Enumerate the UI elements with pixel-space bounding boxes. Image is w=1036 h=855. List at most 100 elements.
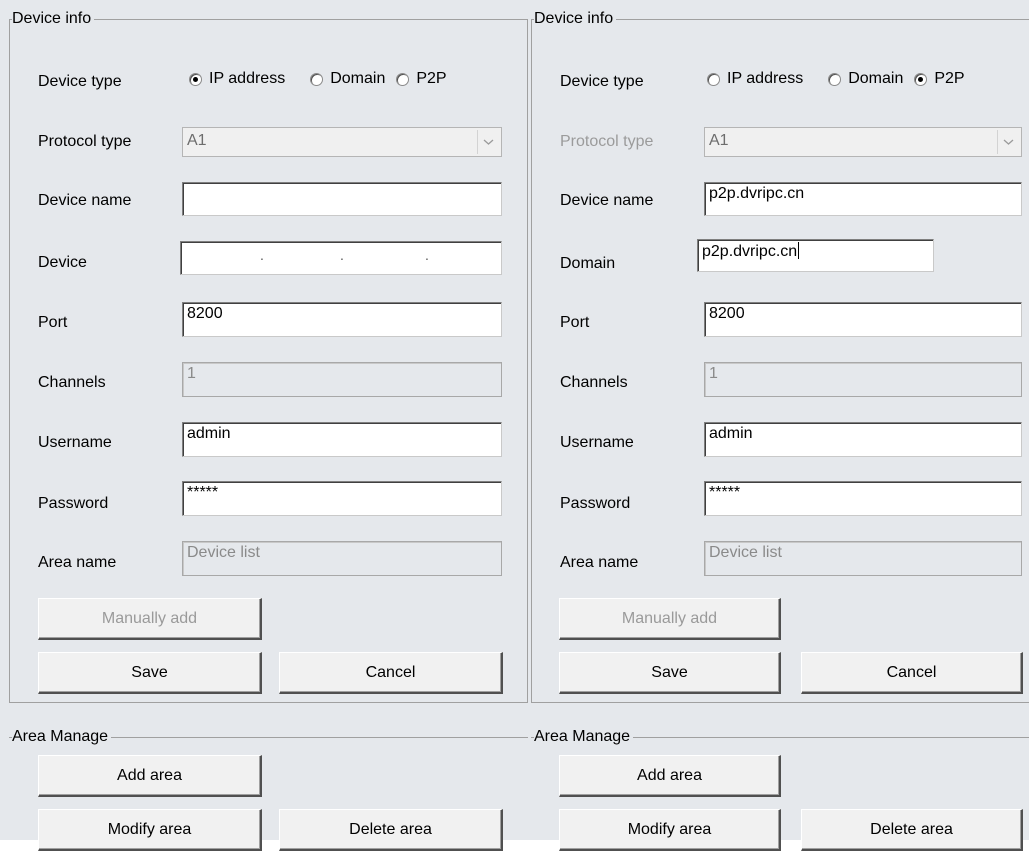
device-config-window: Device info Device type IP address Domai… bbox=[0, 0, 1036, 855]
right-device-name-input[interactable]: p2p.dvripc.cn bbox=[704, 182, 1022, 216]
right-channels-label: Channels bbox=[560, 374, 628, 391]
left-area-name-input: Device list bbox=[182, 541, 502, 576]
right-area-manage-title: Area Manage bbox=[534, 727, 634, 747]
left-port-input[interactable]: 8200 bbox=[182, 302, 502, 337]
left-modify-area-button[interactable]: Modify area bbox=[38, 809, 262, 851]
right-port-value: 8200 bbox=[709, 305, 745, 322]
right-protocol-type-label: Protocol type bbox=[560, 133, 654, 150]
ip-separator: . bbox=[340, 247, 344, 263]
left-manually-add-button[interactable]: Manually add bbox=[38, 598, 262, 640]
right-radio-domain-label: Domain bbox=[848, 70, 904, 87]
right-save-label: Save bbox=[651, 663, 688, 681]
chevron-down-icon[interactable] bbox=[477, 130, 499, 154]
radio-button-icon bbox=[396, 72, 410, 86]
left-ip-address-input[interactable]: . . . bbox=[180, 241, 502, 275]
right-manually-add-label: Manually add bbox=[621, 609, 718, 627]
left-channels-value: 1 bbox=[187, 365, 196, 382]
right-device-type-radios: IP address Domain P2P bbox=[707, 70, 965, 88]
left-port-value: 8200 bbox=[187, 305, 223, 322]
left-modify-area-label: Modify area bbox=[107, 820, 192, 838]
left-device-name-input[interactable] bbox=[182, 182, 502, 216]
right-device-name-label: Device name bbox=[560, 192, 654, 209]
right-radio-ip-address-label: IP address bbox=[727, 70, 804, 87]
right-radio-ip-address[interactable]: IP address bbox=[707, 70, 803, 88]
right-add-area-button[interactable]: Add area bbox=[559, 755, 781, 797]
left-manually-add-label: Manually add bbox=[101, 609, 198, 627]
left-username-input[interactable]: admin bbox=[182, 422, 502, 457]
left-radio-domain[interactable]: Domain bbox=[310, 70, 385, 88]
radio-button-icon bbox=[828, 72, 842, 86]
radio-button-icon bbox=[707, 72, 720, 86]
left-channels-label: Channels bbox=[38, 374, 106, 391]
left-radio-p2p[interactable]: P2P bbox=[396, 70, 447, 88]
left-channels-input: 1 bbox=[182, 362, 502, 397]
right-password-input[interactable]: ***** bbox=[704, 481, 1022, 516]
left-device-type-label: Device type bbox=[38, 73, 122, 90]
right-radio-domain[interactable]: Domain bbox=[828, 70, 903, 88]
right-channels-input: 1 bbox=[704, 362, 1022, 397]
right-area-name-input: Device list bbox=[704, 541, 1022, 576]
right-password-label: Password bbox=[560, 495, 631, 512]
right-domain-value: p2p.dvripc.cn bbox=[702, 243, 798, 260]
left-device-info-title: Device info bbox=[12, 9, 95, 29]
left-save-button[interactable]: Save bbox=[38, 652, 262, 694]
left-add-area-button[interactable]: Add area bbox=[38, 755, 262, 797]
left-radio-ip-address-label: IP address bbox=[209, 70, 286, 87]
right-add-area-label: Add area bbox=[637, 766, 702, 784]
right-radio-p2p[interactable]: P2P bbox=[914, 70, 965, 88]
right-port-label: Port bbox=[560, 314, 590, 331]
text-caret bbox=[798, 242, 800, 259]
right-delete-area-button[interactable]: Delete area bbox=[801, 809, 1023, 851]
left-cancel-button[interactable]: Cancel bbox=[279, 652, 503, 694]
right-username-label: Username bbox=[560, 434, 634, 451]
right-modify-area-button[interactable]: Modify area bbox=[559, 809, 781, 851]
right-area-name-label: Area name bbox=[560, 554, 639, 571]
left-device-type-radios: IP address Domain P2P bbox=[189, 70, 447, 88]
left-protocol-type-select[interactable]: A1 bbox=[182, 127, 502, 157]
right-device-name-value: p2p.dvripc.cn bbox=[709, 185, 805, 202]
left-delete-area-label: Delete area bbox=[349, 820, 432, 838]
left-save-label: Save bbox=[131, 663, 168, 681]
right-username-value: admin bbox=[709, 425, 753, 442]
right-port-input[interactable]: 8200 bbox=[704, 302, 1022, 337]
left-area-name-value: Device list bbox=[187, 544, 260, 561]
right-area-name-value: Device list bbox=[709, 544, 782, 561]
chevron-down-icon bbox=[997, 130, 1019, 154]
left-area-name-label: Area name bbox=[38, 554, 117, 571]
right-protocol-type-value: A1 bbox=[709, 132, 729, 149]
right-cancel-label: Cancel bbox=[886, 663, 937, 681]
right-password-value: ***** bbox=[709, 484, 741, 501]
left-password-value: ***** bbox=[187, 484, 219, 501]
left-device-name-label: Device name bbox=[38, 192, 132, 209]
left-device-label: Device bbox=[38, 254, 87, 271]
right-channels-value: 1 bbox=[709, 365, 718, 382]
left-password-input[interactable]: ***** bbox=[182, 481, 502, 516]
left-delete-area-button[interactable]: Delete area bbox=[279, 809, 503, 851]
left-cancel-label: Cancel bbox=[365, 663, 416, 681]
right-modify-area-label: Modify area bbox=[627, 820, 712, 838]
radio-button-icon bbox=[189, 72, 202, 86]
left-add-area-label: Add area bbox=[117, 766, 182, 784]
right-manually-add-button[interactable]: Manually add bbox=[559, 598, 781, 640]
right-domain-input[interactable]: p2p.dvripc.cn bbox=[697, 239, 934, 272]
left-username-label: Username bbox=[38, 434, 112, 451]
right-username-input[interactable]: admin bbox=[704, 422, 1022, 457]
right-delete-area-label: Delete area bbox=[870, 820, 953, 838]
right-protocol-type-select: A1 bbox=[704, 127, 1022, 157]
left-username-value: admin bbox=[187, 425, 231, 442]
ip-separator: . bbox=[260, 247, 264, 263]
left-protocol-type-value: A1 bbox=[187, 132, 207, 149]
ip-separator: . bbox=[425, 247, 429, 263]
right-device-info-title: Device info bbox=[534, 9, 617, 29]
right-device-type-label: Device type bbox=[560, 73, 644, 90]
left-radio-domain-label: Domain bbox=[330, 70, 386, 87]
radio-button-icon bbox=[914, 72, 928, 86]
right-domain-label: Domain bbox=[560, 255, 616, 272]
left-protocol-type-label: Protocol type bbox=[38, 133, 132, 150]
right-cancel-button[interactable]: Cancel bbox=[801, 652, 1023, 694]
left-area-manage-title: Area Manage bbox=[12, 727, 112, 747]
right-radio-p2p-label: P2P bbox=[934, 70, 965, 87]
left-port-label: Port bbox=[38, 314, 68, 331]
right-save-button[interactable]: Save bbox=[559, 652, 781, 694]
left-radio-ip-address[interactable]: IP address bbox=[189, 70, 285, 88]
